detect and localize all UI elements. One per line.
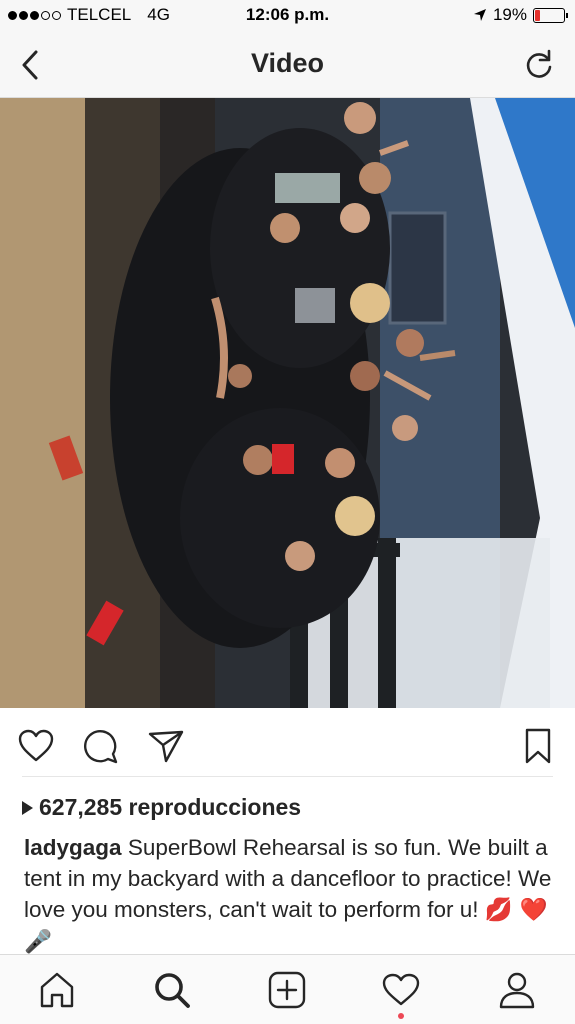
views-count[interactable]: 627,285 reproducciones [22,794,301,821]
share-icon[interactable] [146,726,186,766]
comment-icon[interactable] [80,726,120,766]
status-right-group: 19% [473,5,568,25]
battery-icon [533,7,568,23]
profile-icon[interactable] [496,969,538,1011]
page-title: Video [250,48,325,78]
notification-dot [398,1013,404,1019]
refresh-icon[interactable] [521,47,557,83]
post-actions [0,708,575,778]
tab-bar [0,954,575,1024]
views-count-text: 627,285 reproducciones [39,794,302,820]
battery-percent: 19% [492,5,527,24]
home-icon[interactable] [36,969,78,1011]
search-icon[interactable] [151,969,193,1011]
heart-icon[interactable] [16,726,56,766]
location-arrow-icon [473,9,486,21]
divider [22,776,553,777]
nav-bar: Video [0,32,575,98]
video-player[interactable] [0,98,575,708]
video-frame [0,98,575,708]
status-bar: TELCEL 4G 12:06 p.m. 19% [0,0,575,32]
add-post-icon[interactable] [266,969,308,1011]
bookmark-icon[interactable] [518,726,558,766]
play-icon [22,800,33,815]
activity-heart-icon[interactable] [380,969,422,1011]
username-link[interactable]: ladygaga [24,835,122,860]
post-caption: ladygaga SuperBowl Rehearsal is so fun. … [24,832,559,958]
